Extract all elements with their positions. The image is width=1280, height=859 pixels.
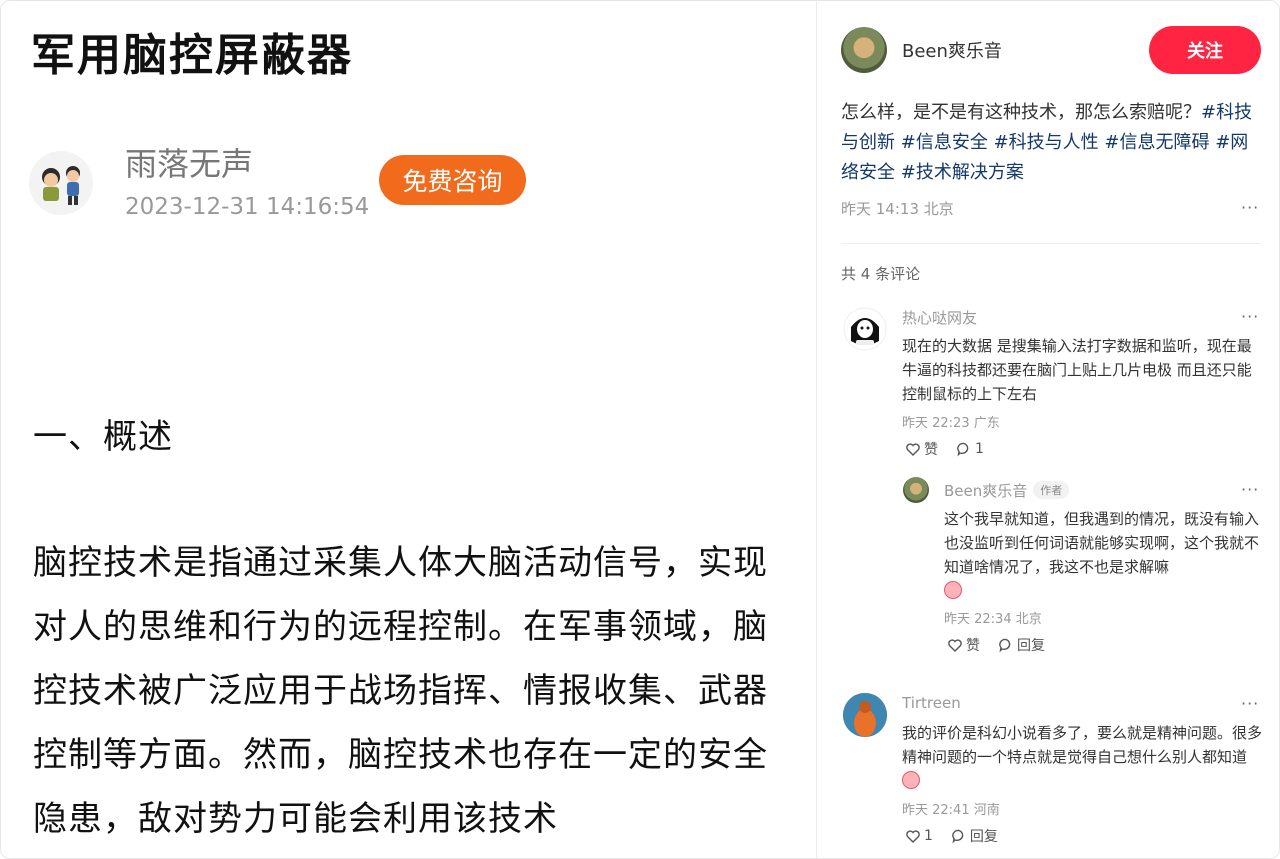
- heart-icon: [906, 443, 920, 456]
- article-body: 脑控技术是指通过采集人体大脑活动信号，实现对人的思维和行为的远程控制。在军事领域…: [33, 543, 768, 839]
- reply-button[interactable]: 回复: [951, 826, 998, 846]
- comment-actions: 1 回复: [905, 826, 998, 846]
- follow-button[interactable]: 关注: [1149, 26, 1261, 74]
- comment-avatar[interactable]: [843, 693, 887, 737]
- like-label: 赞: [924, 442, 938, 458]
- reply-more-icon[interactable]: ···: [1241, 480, 1259, 499]
- article-title: 军用脑控屏蔽器: [31, 30, 353, 81]
- article-author-name: 雨落无声: [125, 145, 254, 183]
- post-body: 怎么样，是不是有这种技术，那怎么索赔呢？: [841, 102, 1201, 123]
- like-count: 1: [924, 828, 933, 844]
- reply-button[interactable]: 回复: [998, 635, 1045, 655]
- comment-author[interactable]: 热心哒网友: [902, 307, 977, 328]
- tag-link[interactable]: #信息安全: [901, 132, 988, 153]
- reply-actions: 赞 回复: [947, 635, 1045, 655]
- pig-emoji-icon: [944, 581, 962, 599]
- author-name[interactable]: Been爽乐音: [902, 37, 1002, 63]
- like-button[interactable]: 1: [905, 828, 933, 844]
- reply-author[interactable]: Been爽乐音 作者: [944, 480, 1070, 501]
- comment-more-icon[interactable]: ···: [1241, 694, 1259, 713]
- reply-avatar[interactable]: [903, 477, 929, 503]
- post-more-icon[interactable]: ···: [1241, 198, 1259, 217]
- like-label: 赞: [966, 638, 980, 654]
- post-image[interactable]: 军用脑控屏蔽器 雨落无声 2023-12-31 14:16:54 免费咨询 一、…: [1, 1, 816, 858]
- comment-bubble-icon: [952, 829, 964, 844]
- reply-meta: 昨天 22:34 北京: [944, 612, 1042, 627]
- like-button[interactable]: 赞: [947, 635, 980, 655]
- heart-icon: [906, 830, 920, 843]
- comment-author[interactable]: Tirtreen: [902, 694, 961, 712]
- comment-text: 现在的大数据 是搜集输入法打字数据和监听，现在最牛逼的科技都还要在脑门上贴上几片…: [902, 337, 1252, 403]
- reply-text-body: 这个我早就知道，但我遇到的情况，既没有输入也没监听到任何词语就能够实现啊，这个我…: [944, 510, 1260, 576]
- post-meta: 昨天 14:13 北京: [841, 200, 954, 218]
- comment-text-body: 我的评价是科幻小说看多了，要么就是精神问题。很多精神问题的一个特点就是觉得自己想…: [902, 724, 1263, 766]
- section-divider: [841, 243, 1261, 244]
- reply-text: 这个我早就知道，但我遇到的情况，既没有输入也没监听到任何词语就能够实现啊，这个我…: [944, 507, 1266, 603]
- pig-emoji-icon: [902, 771, 920, 789]
- author-avatar[interactable]: [841, 27, 887, 73]
- app-window: 军用脑控屏蔽器 雨落无声 2023-12-31 14:16:54 免费咨询 一、…: [0, 0, 1280, 859]
- comment-text: 我的评价是科幻小说看多了，要么就是精神问题。很多精神问题的一个特点就是觉得自己想…: [902, 721, 1264, 793]
- article-author-avatar: [29, 151, 93, 215]
- free-consult-button[interactable]: 免费咨询: [379, 155, 526, 205]
- comment-bubble-icon: [957, 442, 969, 457]
- tag-link[interactable]: #科技与人性: [994, 132, 1099, 153]
- comment-meta: 昨天 22:23 广东: [902, 416, 1000, 431]
- reply-label: 1: [975, 441, 984, 457]
- heart-icon: [948, 639, 962, 652]
- tag-link[interactable]: #信息无障碍: [1104, 132, 1209, 153]
- comment-actions: 赞 1: [905, 439, 984, 459]
- detail-panel: Been爽乐音 关注 怎么样，是不是有这种技术，那怎么索赔呢？#科技与创新 #信…: [817, 1, 1279, 858]
- tag-link[interactable]: #技术解决方案: [901, 162, 1024, 183]
- reply-label: 回复: [1017, 638, 1045, 654]
- article-date: 2023-12-31 14:16:54: [125, 194, 370, 220]
- reply-button[interactable]: 1: [956, 441, 984, 457]
- comment-more-icon[interactable]: ···: [1241, 307, 1259, 326]
- section-heading: 一、概述: [33, 417, 173, 457]
- reply-author-name: Been爽乐音: [944, 482, 1028, 500]
- like-button[interactable]: 赞: [905, 439, 938, 459]
- comment-meta: 昨天 22:41 河南: [902, 803, 1000, 818]
- comment-bubble-icon: [999, 638, 1011, 653]
- comment-avatar[interactable]: [843, 307, 887, 351]
- author-badge: 作者: [1033, 481, 1070, 499]
- comment-count: 共 4 条评论: [841, 265, 921, 283]
- post-text: 怎么样，是不是有这种技术，那怎么索赔呢？#科技与创新 #信息安全 #科技与人性 …: [841, 98, 1261, 188]
- reply-label: 回复: [969, 829, 998, 845]
